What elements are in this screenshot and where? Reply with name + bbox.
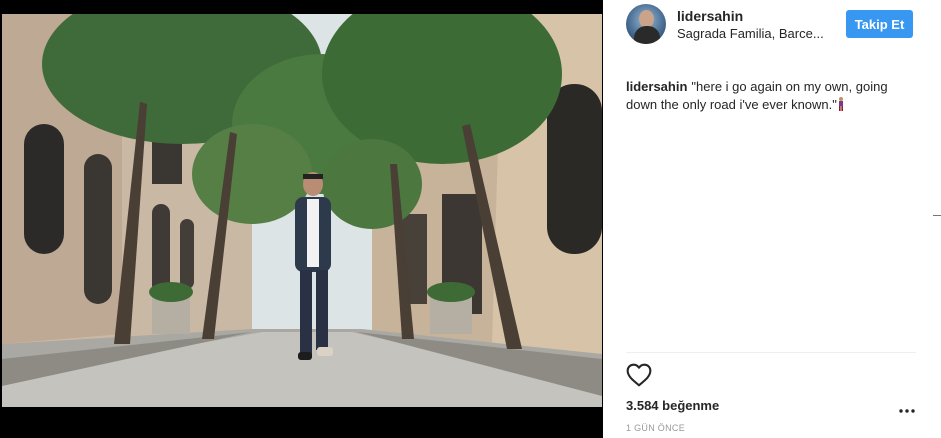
post-info-panel: lidersahin Sagrada Familia, Barce... Tak… [603, 0, 941, 438]
more-options-button[interactable] [896, 398, 918, 418]
street-scene-illustration [2, 14, 602, 407]
heart-outline-icon [626, 363, 652, 386]
username-link[interactable]: lidersahin [677, 8, 743, 24]
caption-username-link[interactable]: lidersahin [626, 79, 687, 94]
avatar[interactable] [626, 4, 666, 44]
caption: lidersahin "here i go again on my own, go… [626, 78, 916, 114]
person-walking-emoji-icon [838, 97, 843, 111]
edge-divider [933, 215, 941, 216]
post-media-pane [0, 0, 603, 438]
avatar-body-shape [634, 26, 660, 44]
post-timestamp[interactable]: 1 GÜN ÖNCE [626, 423, 685, 433]
like-count[interactable]: 3.584 beğenme [626, 398, 719, 413]
location-link[interactable]: Sagrada Familia, Barce... [677, 26, 827, 41]
follow-button[interactable]: Takip Et [846, 10, 913, 38]
post-header: lidersahin Sagrada Familia, Barce... Tak… [603, 0, 941, 48]
more-options-icon [899, 409, 915, 413]
section-divider [626, 352, 916, 353]
like-button[interactable] [625, 362, 653, 390]
post-photo[interactable] [2, 14, 602, 407]
